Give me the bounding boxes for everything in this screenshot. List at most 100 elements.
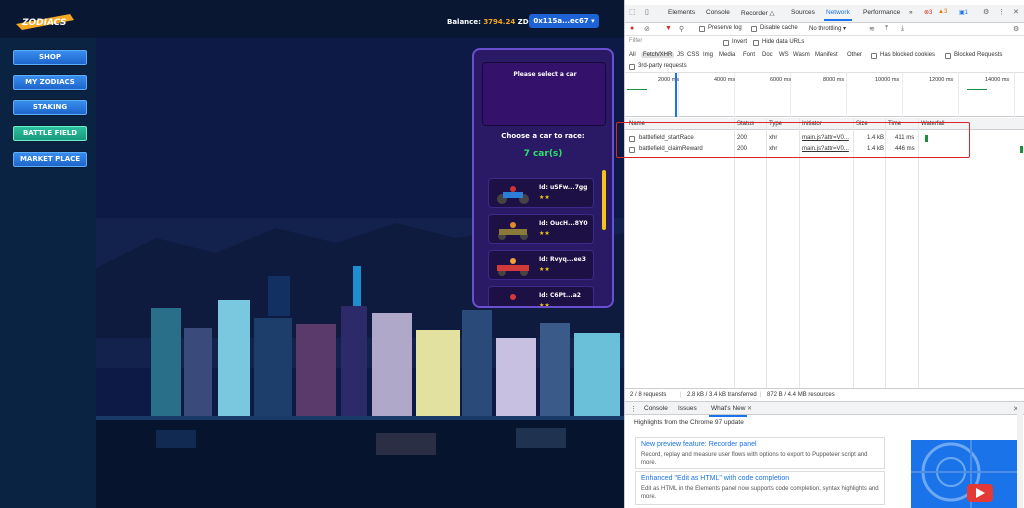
- type-wasm[interactable]: Wasm: [793, 52, 810, 58]
- info-badge[interactable]: ▣1: [959, 9, 968, 16]
- car-icon: [510, 294, 516, 300]
- third-party-checkbox[interactable]: [629, 64, 635, 70]
- close-icon[interactable]: ✕: [1013, 8, 1019, 16]
- tab-performance[interactable]: Performance: [863, 9, 900, 16]
- filter-icon[interactable]: ▼: [665, 25, 672, 32]
- card-title[interactable]: Enhanced "Edit as HTML" with code comple…: [641, 475, 789, 482]
- settings-gear-icon[interactable]: ⚙: [983, 8, 989, 16]
- errors-badge[interactable]: ⊗3: [924, 9, 932, 16]
- request-type-icon: [629, 147, 635, 153]
- timeline-request-bar: [627, 89, 647, 90]
- tab-console[interactable]: Console: [706, 9, 730, 16]
- col-size[interactable]: Size: [856, 121, 868, 127]
- col-waterfall[interactable]: Waterfall: [921, 121, 944, 127]
- type-img[interactable]: Img: [703, 52, 713, 58]
- car-item[interactable]: Id: Rvyq...ee3 ★★: [488, 250, 594, 280]
- car-item[interactable]: Id: uSFw...7gg ★★: [488, 178, 594, 208]
- col-status[interactable]: Status: [737, 121, 754, 127]
- car-list-scrollbar[interactable]: [602, 170, 606, 230]
- blocked-requests-checkbox[interactable]: [945, 53, 951, 59]
- col-type[interactable]: Type: [769, 121, 782, 127]
- table-row[interactable]: battlefield_claimReward 200 xhr main.js?…: [625, 145, 1024, 155]
- type-css[interactable]: CSS: [687, 52, 699, 58]
- clear-icon[interactable]: ⊘: [644, 25, 650, 33]
- type-other[interactable]: Other: [847, 52, 862, 58]
- car-id: Id: uSFw...7gg: [539, 184, 588, 191]
- wifi-icon[interactable]: ≋: [869, 25, 875, 33]
- more-options-icon[interactable]: ⋮: [998, 8, 1005, 16]
- type-js[interactable]: JS: [677, 52, 684, 58]
- network-settings-icon[interactable]: ⚙: [1013, 25, 1019, 33]
- drawer-tab-whats-new[interactable]: What's New: [708, 405, 749, 417]
- tab-sources[interactable]: Sources: [791, 9, 815, 16]
- export-har-icon[interactable]: ⤓: [901, 25, 904, 33]
- type-doc[interactable]: Doc: [762, 52, 773, 58]
- nav-my-zodiacs-button[interactable]: MY ZODIACS: [12, 74, 88, 91]
- zodiacs-logo[interactable]: ZODIACS: [14, 10, 76, 32]
- tab-recorder[interactable]: Recorder △: [741, 9, 775, 17]
- wallet-button[interactable]: 0x115a...ec67 ▾: [529, 14, 599, 28]
- disable-cache-checkbox[interactable]: [751, 26, 757, 32]
- car-count: 7 car(s): [523, 149, 563, 159]
- car-select-panel: Please select a car Choose a car to race…: [472, 48, 614, 308]
- type-all[interactable]: All: [629, 52, 636, 58]
- timeline-tick: 14000 ms: [985, 77, 1010, 83]
- warnings-badge[interactable]: ▲3: [938, 9, 947, 15]
- request-name[interactable]: battlefield_startRace: [639, 135, 694, 141]
- request-name[interactable]: battlefield_claimReward: [639, 146, 703, 152]
- nav-staking-button[interactable]: STAKING: [12, 99, 88, 116]
- tab-network[interactable]: Network: [824, 9, 852, 21]
- request-initiator-link[interactable]: main.js?attr=V0...: [802, 146, 849, 152]
- nav-shop-button[interactable]: SHOP: [12, 49, 88, 66]
- type-media[interactable]: Media: [719, 52, 735, 58]
- blocked-cookies-checkbox[interactable]: [871, 53, 877, 59]
- import-har-icon[interactable]: ⤒: [885, 25, 888, 33]
- column-divider: [918, 118, 919, 388]
- request-type: xhr: [769, 146, 778, 152]
- drawer-scrollbar[interactable]: [1017, 404, 1023, 508]
- drawer-tab-issues[interactable]: Issues: [678, 405, 697, 412]
- close-tab-icon[interactable]: ✕: [747, 405, 752, 412]
- timeline-tick: 10000 ms: [875, 77, 900, 83]
- nav-market-place-button[interactable]: MARKET PLACE: [12, 151, 88, 168]
- more-tabs-button[interactable]: »: [909, 9, 913, 16]
- table-row[interactable]: battlefield_startRace 200 xhr main.js?at…: [625, 134, 1024, 144]
- preserve-log-checkbox[interactable]: [699, 26, 705, 32]
- drawer-menu-icon[interactable]: ⋮: [630, 405, 637, 413]
- network-overview-timeline[interactable]: 2000 ms 4000 ms 6000 ms 8000 ms 10000 ms…: [625, 73, 1024, 117]
- col-name[interactable]: Name: [629, 121, 645, 127]
- type-ws[interactable]: WS: [779, 52, 789, 58]
- record-icon[interactable]: ●: [630, 25, 634, 32]
- search-icon[interactable]: ⚲: [679, 25, 684, 33]
- car-item[interactable]: Id: OucH...8Y0 ★★: [488, 214, 594, 244]
- card-title[interactable]: New preview feature: Recorder panel: [641, 441, 757, 448]
- filter-input[interactable]: Filter: [629, 38, 719, 47]
- drawer-tab-console[interactable]: Console: [644, 405, 668, 412]
- type-font[interactable]: Font: [743, 52, 755, 58]
- column-divider: [766, 118, 767, 388]
- type-manifest[interactable]: Manifest: [815, 52, 838, 58]
- inspect-element-icon[interactable]: ⬚: [629, 8, 636, 16]
- column-divider: [853, 118, 854, 388]
- car-item[interactable]: Id: C6Pt...a2 ★★: [488, 286, 594, 306]
- nav-battle-field-button[interactable]: BATTLE FIELD: [12, 125, 88, 142]
- whats-new-video-thumbnail[interactable]: [911, 440, 1017, 508]
- devtools-tab-bar: ⬚ ▯ Elements Console Recorder △ Sources …: [625, 5, 1024, 23]
- whats-new-card[interactable]: Enhanced "Edit as HTML" with code comple…: [635, 471, 885, 505]
- preserve-log-label: Preserve log: [708, 25, 742, 31]
- resource-type-filter: All Fetch/XHR JS CSS Img Media Font Doc …: [625, 50, 1024, 62]
- request-initiator-link[interactable]: main.js?attr=V0...: [802, 135, 849, 141]
- invert-checkbox[interactable]: [723, 40, 729, 46]
- col-time[interactable]: Time: [888, 121, 901, 127]
- whats-new-card[interactable]: New preview feature: Recorder panel Reco…: [635, 437, 885, 469]
- type-fetch-xhr[interactable]: Fetch/XHR: [641, 52, 675, 58]
- tab-elements[interactable]: Elements: [668, 9, 695, 16]
- device-toolbar-icon[interactable]: ▯: [645, 8, 649, 16]
- throttling-select[interactable]: No throttling ▾: [809, 25, 846, 32]
- requests-table-header: Name Status Type Initiator Size Time Wat…: [625, 118, 1024, 130]
- col-initiator[interactable]: Initiator: [802, 121, 822, 127]
- waterfall-bar: [925, 135, 928, 142]
- hide-data-urls-checkbox[interactable]: [753, 40, 759, 46]
- card-description: Record, replay and measure user flows wi…: [641, 452, 868, 466]
- card-description: Edit as HTML in the Elements panel now s…: [641, 486, 879, 500]
